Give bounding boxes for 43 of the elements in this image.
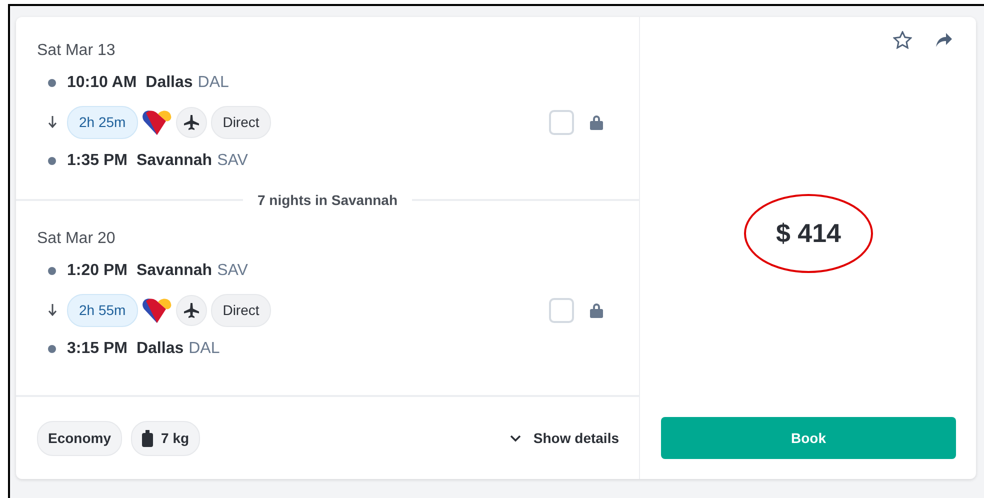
airline-logo-icon <box>142 108 172 136</box>
chevron-down-icon <box>510 434 522 442</box>
down-arrow-icon <box>48 304 56 316</box>
time-label: 1:20 PM <box>67 261 128 281</box>
date-label: Sat Mar 20 <box>37 229 116 249</box>
plane-icon <box>184 114 199 130</box>
luggage-icon <box>142 430 154 446</box>
timeline-dot <box>48 157 56 165</box>
timeline-dot <box>48 79 56 87</box>
city-label: Savannah <box>136 151 212 171</box>
time-label: 10:10 AM <box>67 73 137 93</box>
cabin-class-pill: Economy <box>37 420 122 456</box>
checkbox[interactable] <box>549 298 574 322</box>
date-label: Sat Mar 13 <box>37 41 116 61</box>
city-label: Dallas <box>136 339 184 359</box>
city-label: Savannah <box>136 261 212 281</box>
show-details-link[interactable]: Show details <box>510 428 619 448</box>
duration-pill: 2h 25m <box>67 106 138 138</box>
baggage-weight: 7 kg <box>161 428 190 448</box>
airport-code: DAL <box>188 339 220 359</box>
airport-code: DAL <box>198 73 229 93</box>
airport-code: SAV <box>217 151 248 171</box>
plane-icon <box>184 302 199 318</box>
star-icon <box>893 31 912 49</box>
airline-logo-icon <box>142 296 172 324</box>
price-label: $ 414 <box>744 194 874 272</box>
lock-icon <box>590 114 603 130</box>
duration-pill: 2h 55m <box>67 294 138 326</box>
share-button[interactable] <box>936 31 952 49</box>
down-arrow-icon <box>48 116 56 128</box>
stay-duration-label: 7 nights in Savannah <box>256 190 399 210</box>
time-label: 1:35 PM <box>67 151 128 171</box>
favorite-button[interactable] <box>893 31 912 49</box>
timeline-dot <box>48 267 56 275</box>
airport-code: SAV <box>217 261 248 281</box>
stops-pill: Direct <box>210 106 272 138</box>
stops-pill: Direct <box>210 294 272 326</box>
lock-icon <box>590 302 603 318</box>
checkbox[interactable] <box>549 110 574 134</box>
timeline-dot <box>48 345 56 353</box>
city-label: Dallas <box>146 73 193 93</box>
share-icon <box>936 32 952 48</box>
time-label: 3:15 PM <box>67 339 128 359</box>
